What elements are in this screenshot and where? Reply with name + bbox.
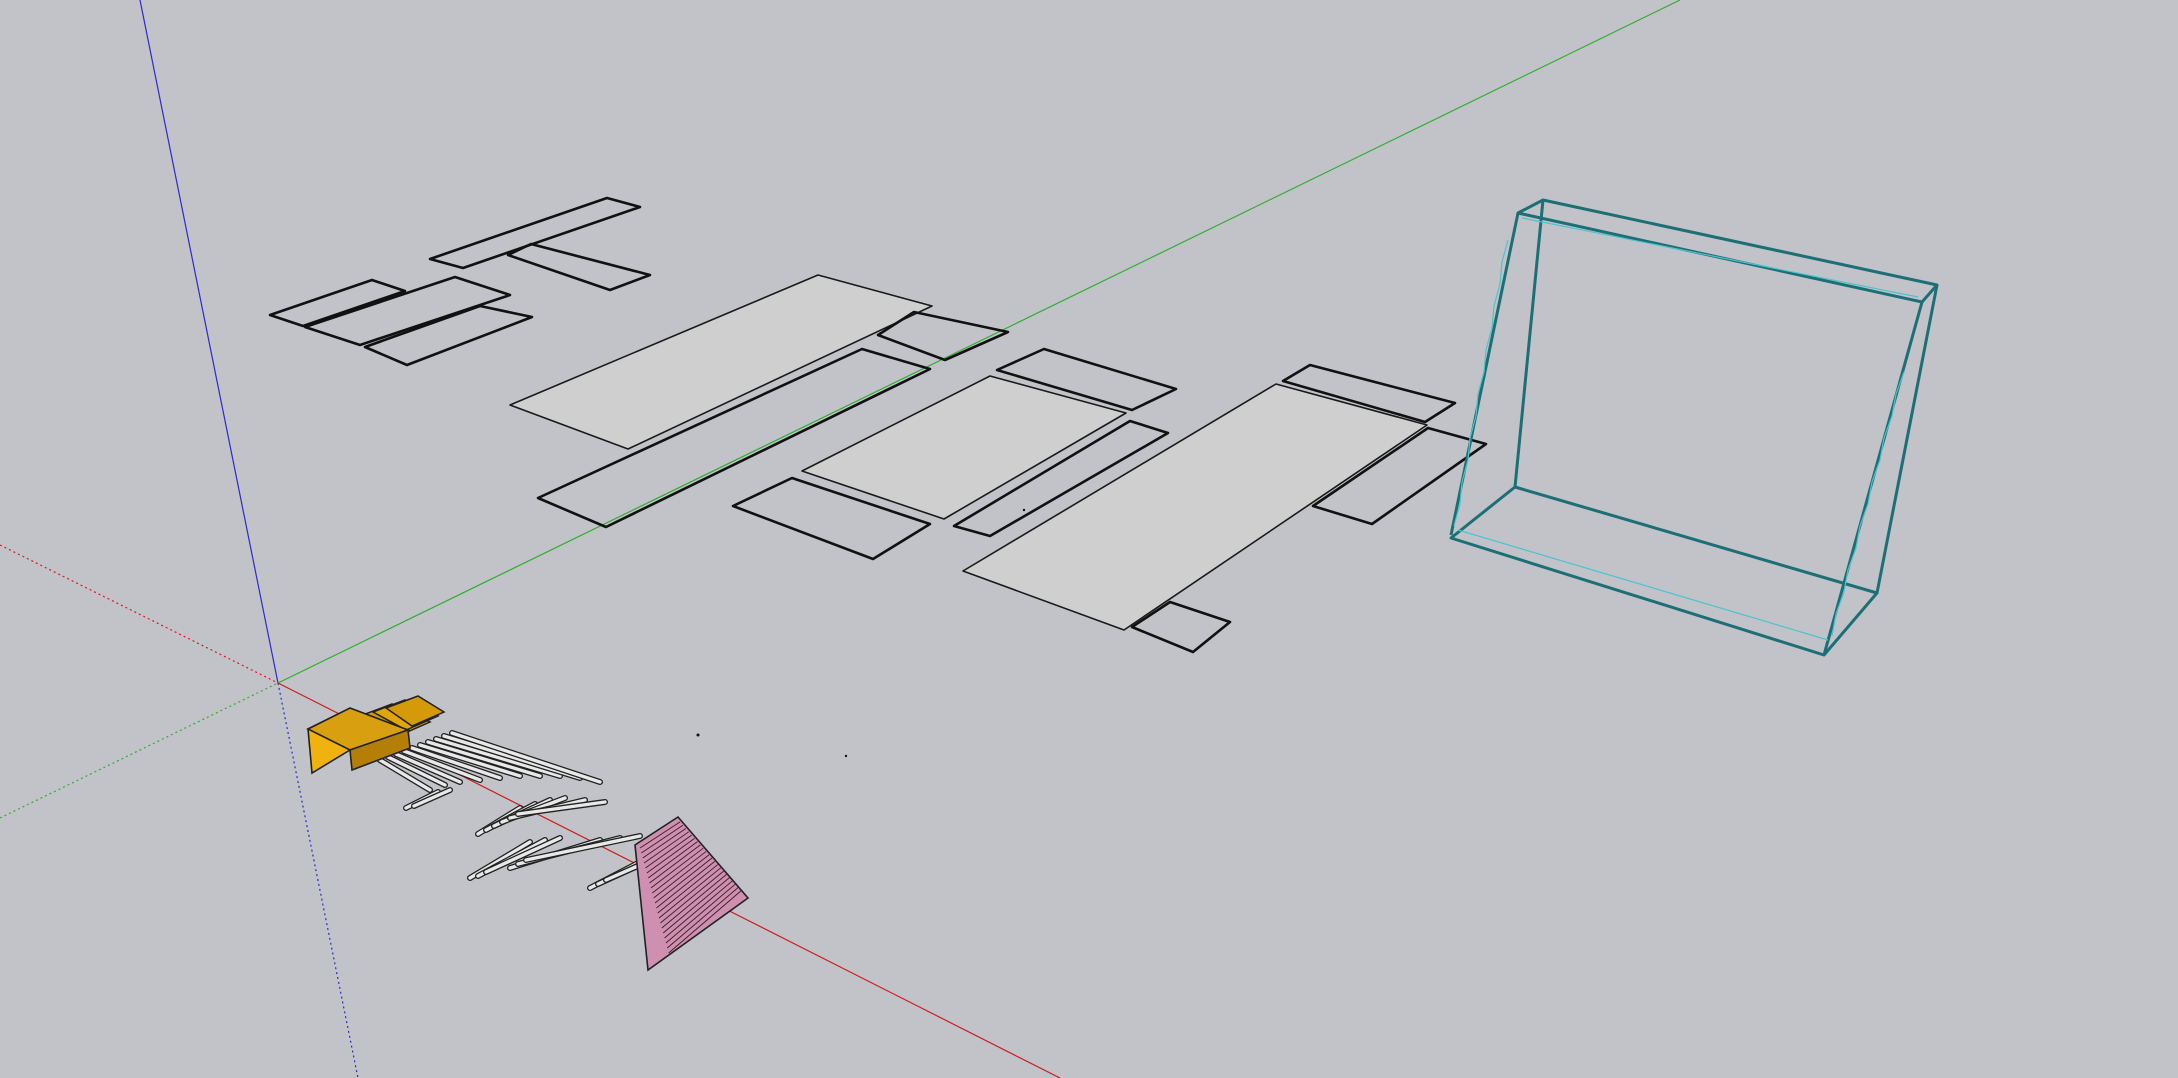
frame-base[interactable] xyxy=(1449,485,1879,657)
board-outline[interactable] xyxy=(428,196,642,270)
blue-axis xyxy=(139,0,279,684)
cyan-wireframe-frame[interactable] xyxy=(1449,198,1939,657)
panel-large-left[interactable] xyxy=(509,274,933,450)
model-viewport[interactable] xyxy=(0,0,2178,1078)
flat-panels[interactable] xyxy=(509,274,1488,654)
rod-bundle[interactable] xyxy=(377,730,668,891)
green-axis-hidden xyxy=(0,682,279,819)
stray-point xyxy=(696,733,700,737)
board-outline[interactable] xyxy=(506,242,652,292)
3d-scene[interactable] xyxy=(0,0,2178,1078)
axes-group xyxy=(0,0,1681,1078)
stray-point xyxy=(1022,508,1026,512)
frame-inner-edge xyxy=(1521,217,1919,298)
frame-post[interactable] xyxy=(1513,199,1545,488)
frame-stepped-edge xyxy=(1453,239,1509,527)
green-axis xyxy=(277,0,1681,684)
red-axis-hidden xyxy=(0,544,279,684)
frame-inner-edge xyxy=(1457,529,1829,641)
board-outline[interactable] xyxy=(268,278,407,328)
frame-back[interactable] xyxy=(1516,198,1939,304)
board-outline[interactable] xyxy=(303,275,512,347)
stray-point xyxy=(844,754,848,758)
board-cluster-top-left[interactable] xyxy=(268,196,652,367)
frame-post[interactable] xyxy=(1875,284,1939,594)
pink-wedge[interactable] xyxy=(634,815,750,972)
